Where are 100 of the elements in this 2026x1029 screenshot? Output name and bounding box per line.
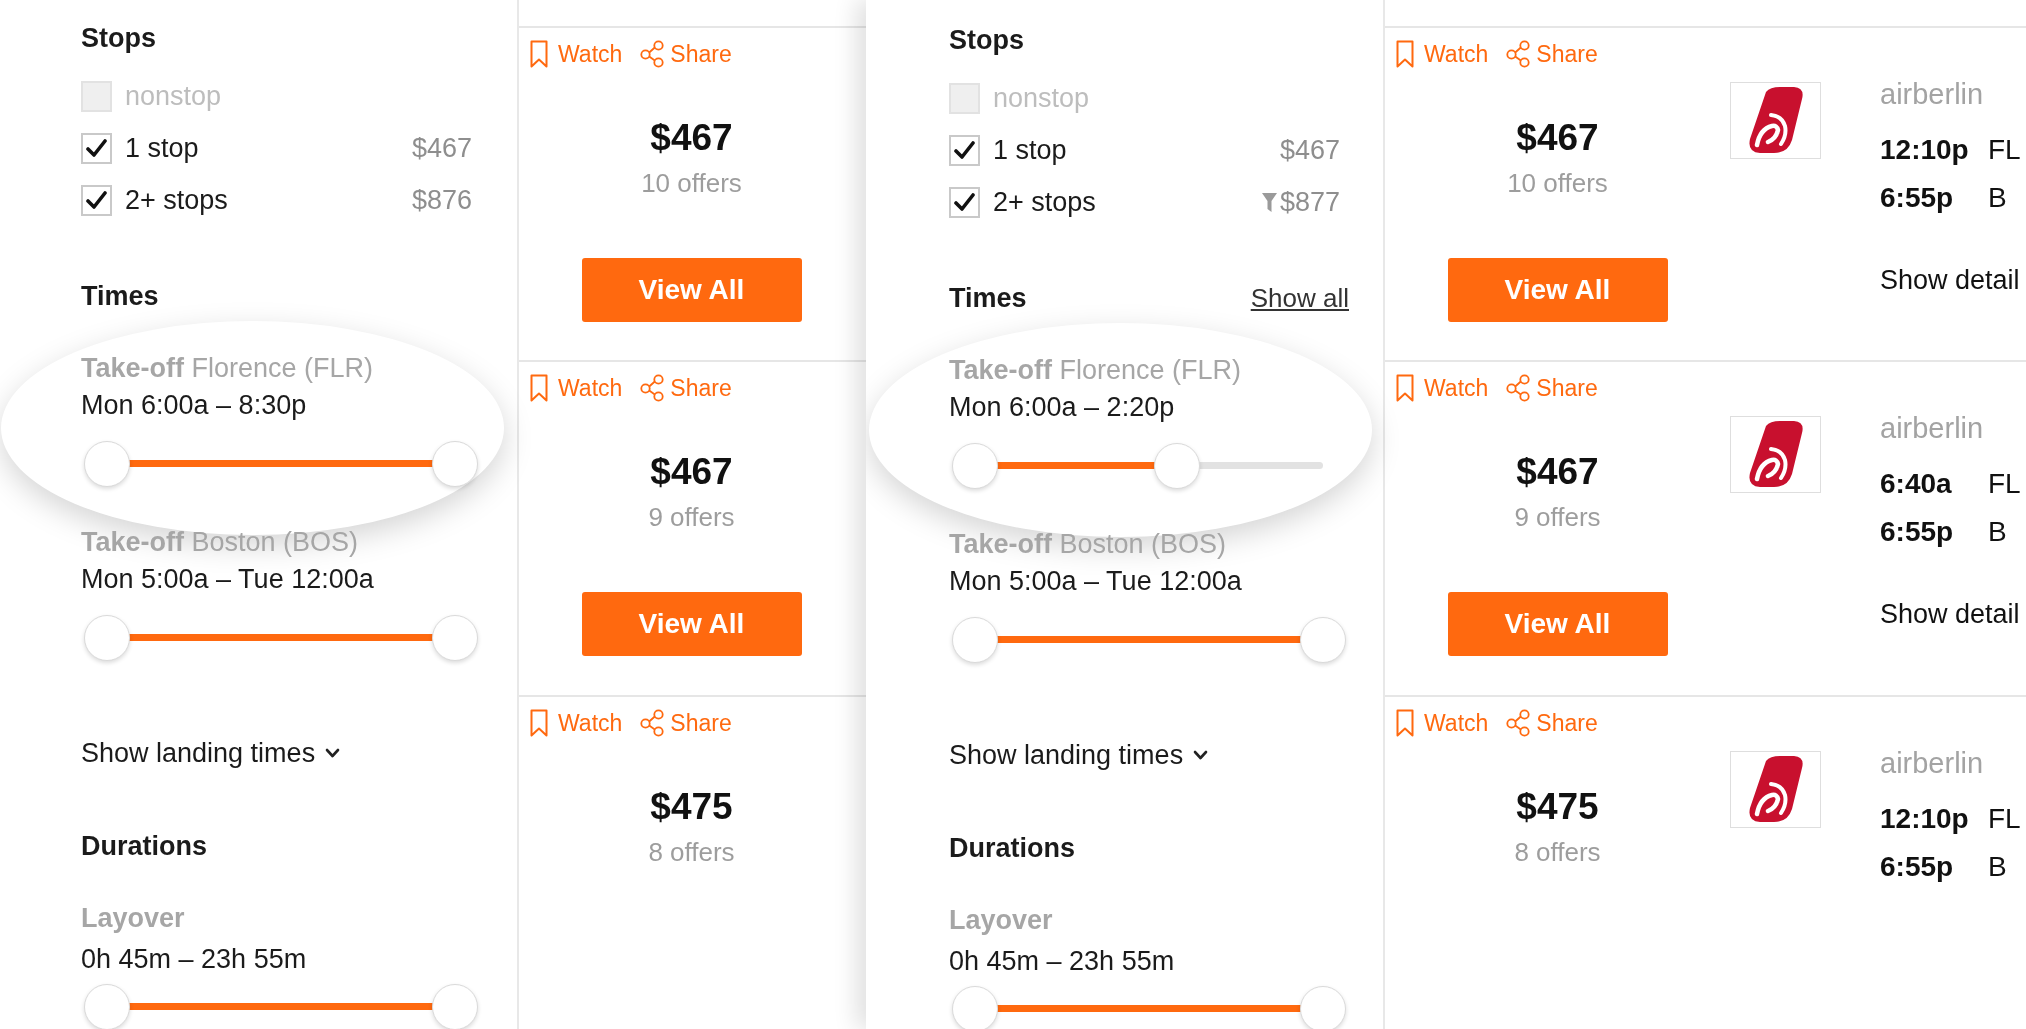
view-all-button[interactable]: View All	[581, 258, 802, 322]
section-heading: Stops	[81, 22, 157, 54]
checkmark-icon	[954, 192, 975, 212]
chevron-down-icon	[1193, 750, 1209, 760]
slider-track[interactable]	[84, 984, 478, 1029]
airline-name: airberlin	[1880, 77, 1985, 111]
share-icon	[640, 40, 665, 68]
logo-icon	[1730, 416, 1821, 494]
offers-count: 8 offers	[1514, 836, 1601, 867]
watch-link[interactable]: Watch	[530, 374, 623, 403]
slider-handle[interactable]	[84, 984, 130, 1029]
watch-link[interactable]: Watch	[530, 40, 623, 68]
slider-track[interactable]	[952, 986, 1346, 1029]
checkbox[interactable]	[81, 132, 112, 164]
section-heading: Durations	[81, 830, 208, 862]
flight-time: 6:55p	[1880, 849, 1955, 884]
option-label: 2+ stops	[993, 186, 1096, 218]
flight-time: 6:55p	[1880, 515, 1955, 550]
airline-name: airberlin	[1880, 745, 1985, 780]
slider-handle[interactable]	[1300, 617, 1346, 663]
share-link[interactable]: Share	[640, 40, 732, 68]
show-landing-times-button[interactable]: Show landing times	[949, 739, 1209, 771]
section-heading: Durations	[949, 832, 1076, 864]
show-landing-times-button[interactable]: Show landing times	[81, 737, 341, 769]
bookmark-icon	[1396, 708, 1414, 737]
option-label: 1 stop	[125, 132, 199, 164]
range-text: 0h 45m – 23h 55m	[949, 945, 1176, 977]
range-text: Mon 6:00a – 2:20p	[949, 391, 1176, 423]
price-text: $467	[1516, 450, 1599, 495]
airport-code: B	[1988, 849, 2007, 884]
option-price: $467	[1279, 134, 1340, 166]
show-all-link[interactable]: Show all	[1250, 282, 1349, 314]
show-details-link[interactable]: Show detail	[1880, 598, 2021, 631]
watch-link[interactable]: Watch	[1396, 708, 1489, 737]
share-icon	[1506, 708, 1531, 737]
airport-code: B	[1988, 181, 2007, 215]
slider-handle[interactable]	[1300, 986, 1346, 1029]
watch-link[interactable]: Watch	[530, 708, 623, 737]
offers-count: 10 offers	[641, 168, 742, 198]
bookmark-icon	[530, 40, 548, 68]
bookmark-icon	[530, 708, 548, 737]
logo-icon	[1730, 750, 1821, 828]
slider-track[interactable]	[952, 617, 1346, 663]
share-icon	[1506, 374, 1531, 403]
watch-link[interactable]: Watch	[1396, 374, 1489, 403]
airport-code: FL	[1988, 133, 2021, 167]
offers-count: 9 offers	[1514, 502, 1601, 533]
view-all-button[interactable]: View All	[1447, 592, 1668, 657]
slider-label: Take-off Florence (FLR)	[949, 354, 1243, 386]
option-label: 1 stop	[993, 134, 1067, 166]
checkbox[interactable]	[949, 134, 980, 166]
price-text: $467	[1516, 116, 1599, 160]
show-details-link[interactable]: Show detail	[1880, 264, 2021, 296]
option-label: 2+ stops	[125, 184, 228, 216]
slider-handle[interactable]	[952, 617, 998, 663]
view-all-button[interactable]: View All	[581, 592, 802, 657]
section-heading: Times	[81, 280, 159, 312]
range-text: Mon 6:00a – 8:30p	[81, 389, 308, 421]
logo-icon	[1730, 82, 1821, 159]
option-label: nonstop	[993, 82, 1090, 114]
watch-link[interactable]: Watch	[1396, 40, 1489, 68]
share-link[interactable]: Share	[1506, 708, 1598, 737]
slider-handle[interactable]	[432, 615, 478, 661]
slider-label: Take-off Florence (FLR)	[81, 352, 375, 384]
slider-handle[interactable]	[432, 984, 478, 1029]
flight-time: 6:55p	[1880, 181, 1955, 215]
slider-label: Take-off Boston (BOS)	[81, 526, 360, 558]
flight-time: 12:10p	[1880, 801, 1970, 836]
option-price: $467	[411, 132, 472, 164]
share-link[interactable]: Share	[1506, 374, 1598, 403]
slider-handle[interactable]	[952, 986, 998, 1029]
slider-label: Layover	[949, 904, 1054, 936]
bookmark-icon	[530, 374, 548, 403]
offers-count: 10 offers	[1507, 168, 1608, 198]
checkmark-icon	[86, 138, 107, 158]
range-text: Mon 5:00a – Tue 12:00a	[81, 563, 375, 595]
range-text: 0h 45m – 23h 55m	[81, 943, 308, 975]
checkbox[interactable]	[949, 186, 980, 218]
share-icon	[1506, 40, 1531, 68]
slider-track[interactable]	[84, 615, 478, 661]
share-icon	[640, 374, 665, 403]
checkbox[interactable]	[81, 184, 112, 216]
checkmark-icon	[86, 190, 107, 210]
bookmark-icon	[1396, 40, 1414, 68]
slider-handle[interactable]	[84, 615, 130, 661]
slider-track[interactable]	[84, 441, 478, 487]
share-link[interactable]: Share	[640, 708, 732, 737]
slider-label: Layover	[81, 902, 186, 934]
flight-time: 12:10p	[1880, 133, 1970, 167]
option-price: $877	[1279, 186, 1340, 218]
share-link[interactable]: Share	[640, 374, 732, 403]
section-heading: Times	[949, 282, 1027, 314]
airport-code: FL	[1988, 467, 2021, 502]
slider-label: Take-off Boston (BOS)	[949, 528, 1228, 560]
chevron-down-icon	[325, 748, 341, 758]
share-link[interactable]: Share	[1506, 40, 1598, 68]
view-all-button[interactable]: View All	[1447, 258, 1668, 322]
price-text: $475	[1516, 784, 1599, 829]
range-text: Mon 5:00a – Tue 12:00a	[949, 565, 1243, 597]
share-icon	[640, 708, 665, 737]
